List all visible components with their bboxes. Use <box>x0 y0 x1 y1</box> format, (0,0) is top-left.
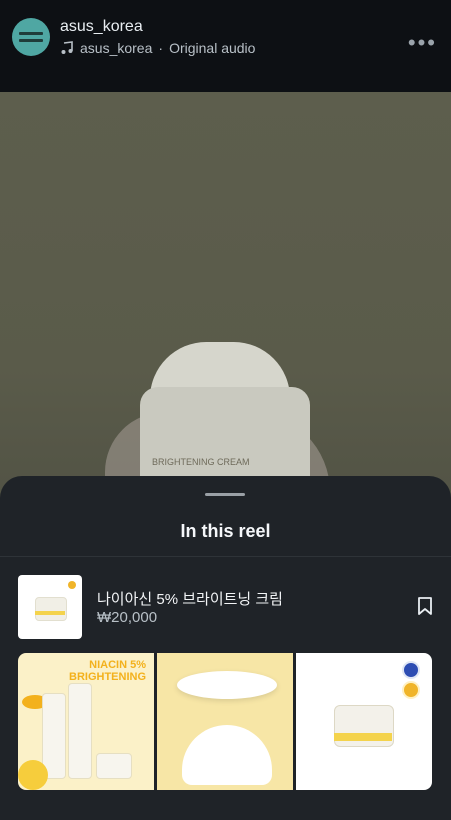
jar-label: BRIGHTENING CREAM <box>152 457 250 467</box>
thumbnail-jar <box>35 597 67 621</box>
sheet-divider <box>0 556 451 557</box>
audio-label: Original audio <box>169 40 256 56</box>
sheet-title: In this reel <box>180 521 271 541</box>
promo-title: NIACIN 5% BRIGHTENING <box>69 659 146 683</box>
promo-title-line2: BRIGHTENING <box>69 671 146 683</box>
sheet-drag-handle[interactable] <box>205 493 245 496</box>
music-note-icon <box>61 41 73 54</box>
audio-info[interactable]: asus_korea · Original audio <box>60 40 255 56</box>
gallery-tile-texture[interactable] <box>157 653 293 790</box>
thumbnail-badge <box>68 581 76 589</box>
product-name[interactable]: 나이아신 5% 브라이트닝 크림 <box>97 588 283 609</box>
account-name[interactable]: asus_korea <box>60 18 143 36</box>
product-price: ₩20,000 <box>97 609 158 626</box>
award-badge-icon <box>402 681 420 699</box>
audio-separator: · <box>158 40 164 56</box>
product-jar-band <box>334 733 392 741</box>
award-badge-icon <box>402 661 420 679</box>
promo-title-line1: NIACIN 5% <box>89 659 146 671</box>
promo-cream-jar <box>96 753 132 779</box>
gallery-tile-promo[interactable]: NIACIN 5% BRIGHTENING <box>18 653 154 790</box>
gallery-tile-product[interactable] <box>296 653 432 790</box>
product-row[interactable]: 나이아신 5% 브라이트닝 크림 ₩20,000 <box>18 575 433 641</box>
avatar-logo-line <box>19 32 43 35</box>
promo-ampoule-bottle <box>68 683 92 779</box>
products-sheet: In this reel 나이아신 5% 브라이트닝 크림 ₩20,000 NI… <box>0 476 451 820</box>
cream-texture-image <box>182 725 272 785</box>
lemon-image <box>18 760 48 790</box>
product-thumbnail[interactable] <box>18 575 82 639</box>
reel-header: asus_korea asus_korea · Original audio •… <box>0 0 451 92</box>
account-avatar[interactable] <box>12 18 50 56</box>
product-gallery: NIACIN 5% BRIGHTENING <box>18 653 432 790</box>
bookmark-icon[interactable] <box>417 597 433 615</box>
audio-account: asus_korea <box>80 40 153 56</box>
avatar-logo-line <box>19 39 43 42</box>
thumbnail-band <box>35 611 65 615</box>
more-dots-icon[interactable]: ••• <box>408 30 437 56</box>
cream-spoon-image <box>177 671 277 699</box>
